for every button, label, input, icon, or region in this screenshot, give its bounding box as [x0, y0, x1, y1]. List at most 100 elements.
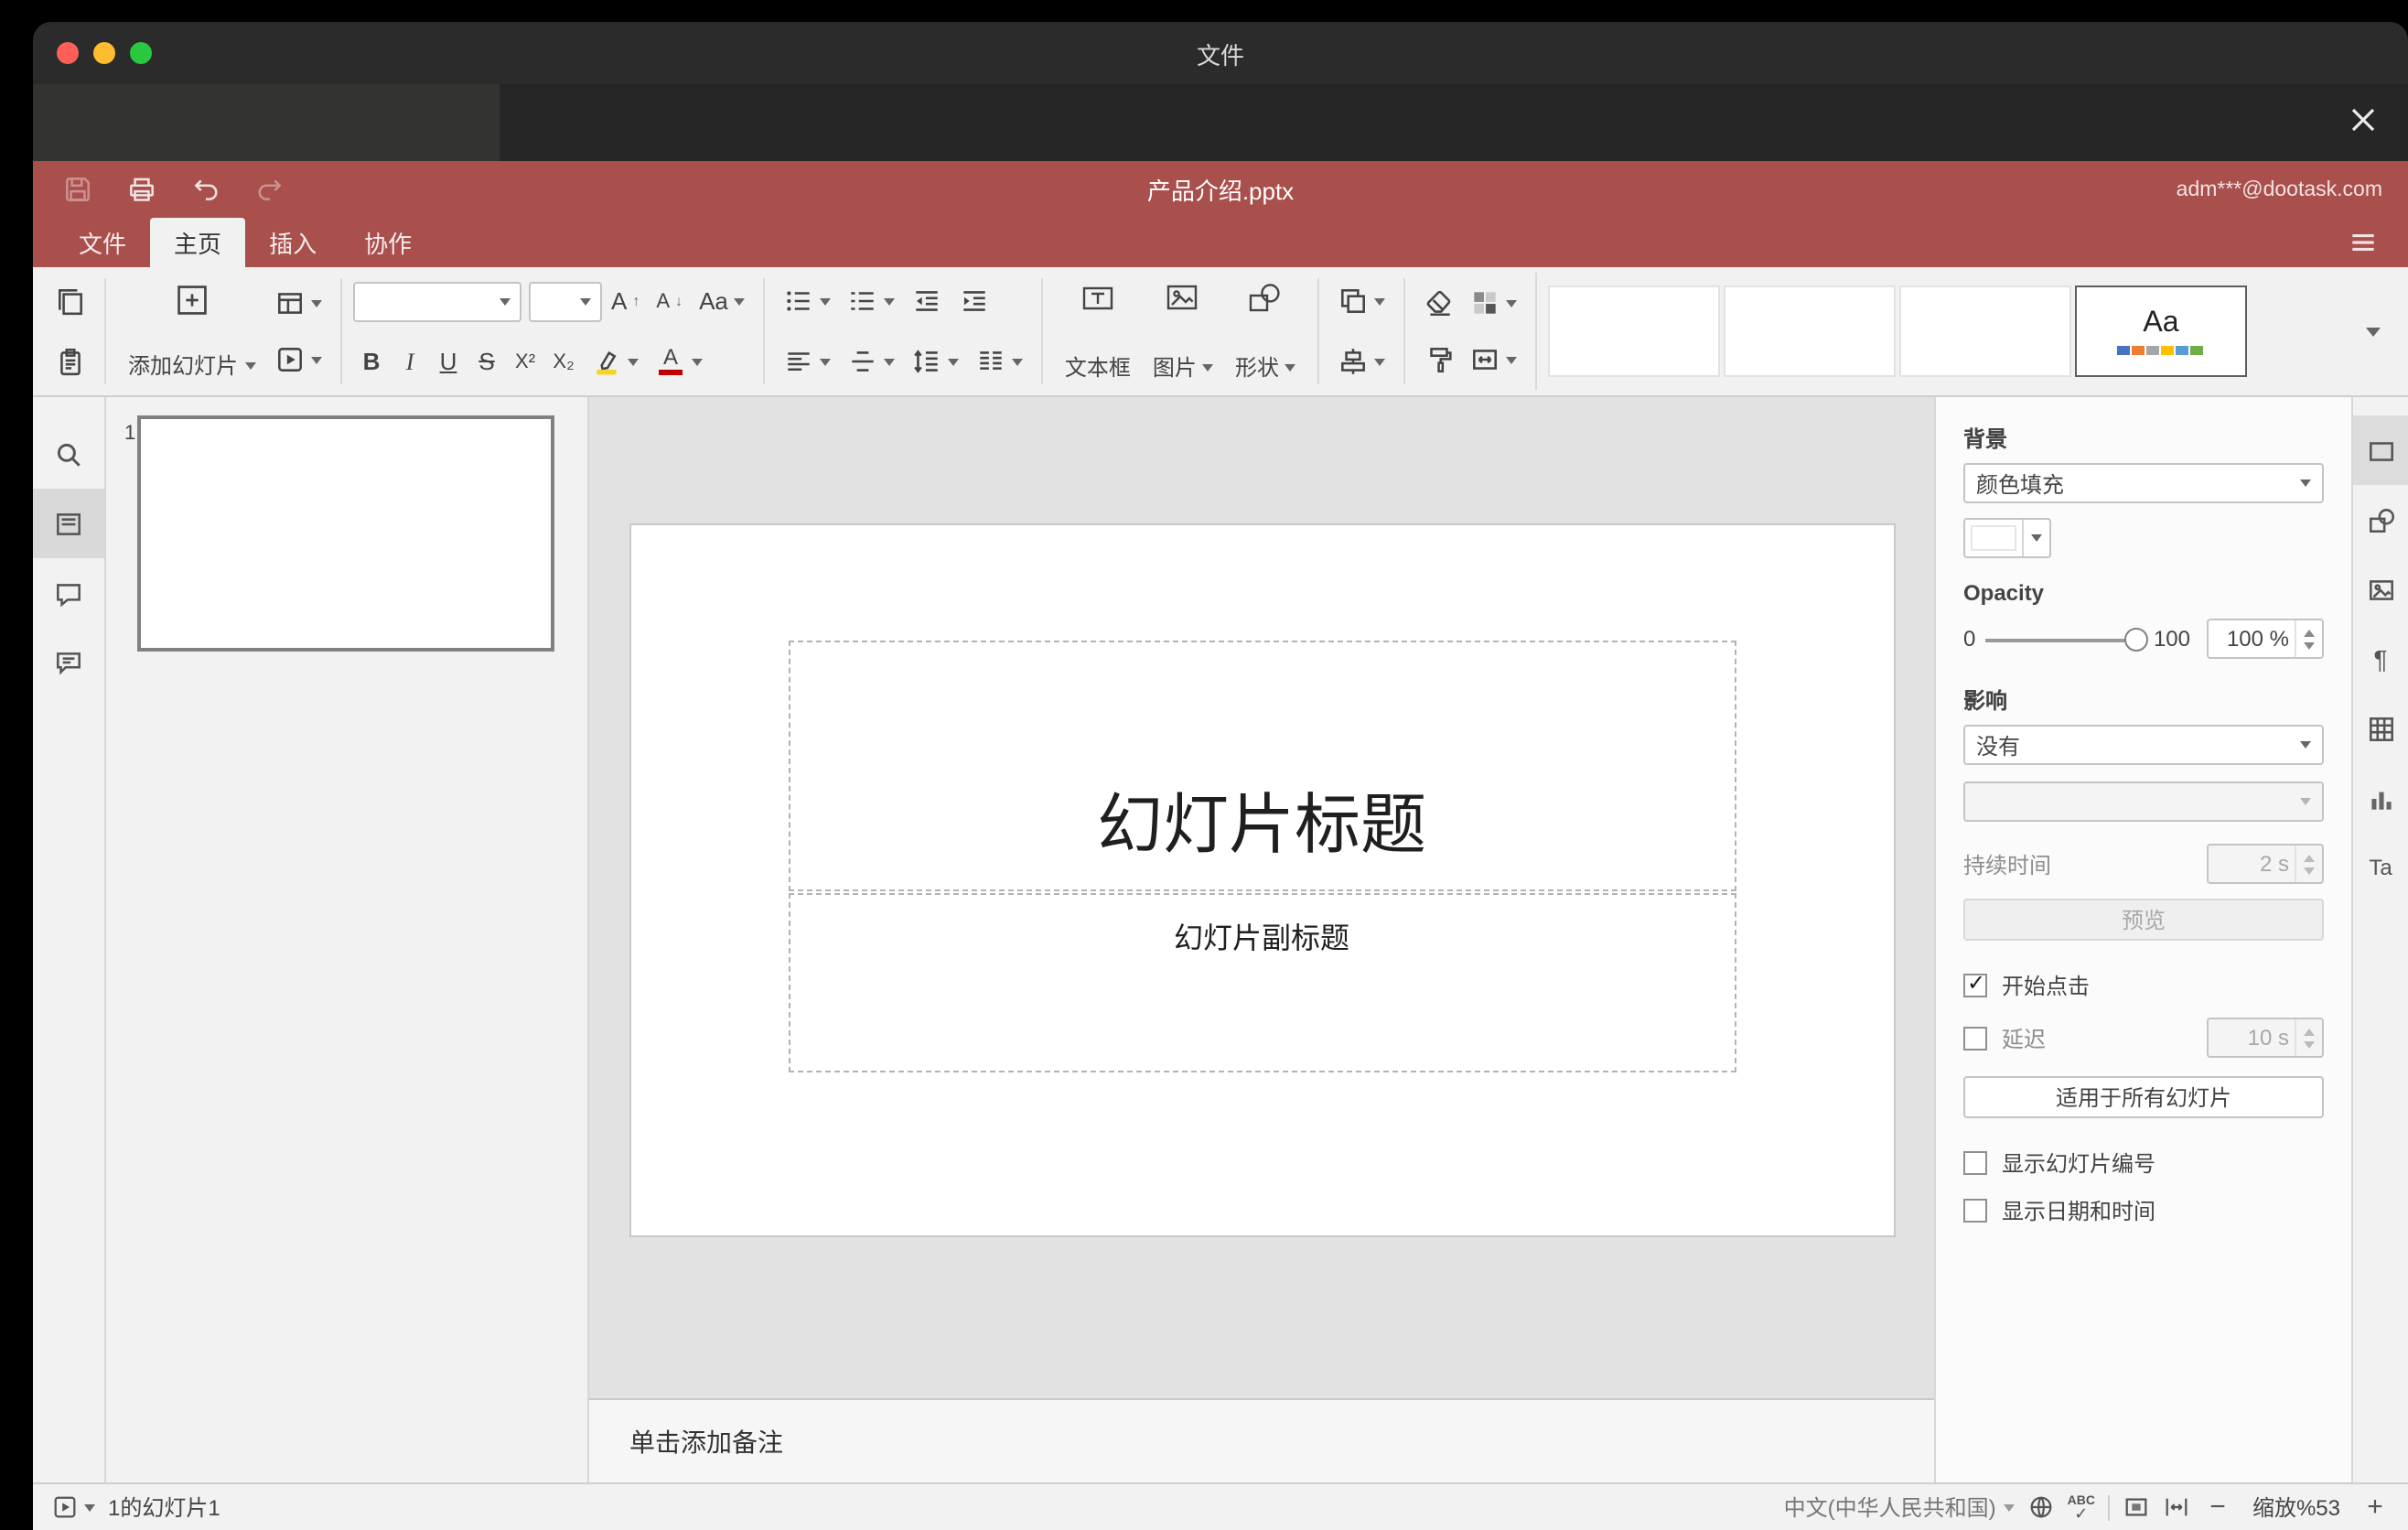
tab-home[interactable]: 主页 — [150, 218, 246, 267]
fill-type-select[interactable]: 颜色填充 — [1963, 463, 2324, 503]
decrease-indent-button[interactable] — [904, 276, 950, 326]
line-spacing-button[interactable] — [904, 337, 966, 386]
insert-textbox-button[interactable]: 文本框 — [1054, 276, 1142, 386]
bold-button[interactable]: B — [353, 338, 390, 385]
paragraph-settings-icon: ¶ — [2373, 644, 2388, 673]
preview-slideshow-button[interactable] — [267, 335, 329, 384]
tab-collaboration[interactable]: 协作 — [340, 218, 435, 267]
spinner-arrows[interactable] — [2295, 846, 2322, 882]
zoom-in-button[interactable]: + — [2360, 1492, 2390, 1523]
superscript-button[interactable]: X² — [507, 338, 543, 385]
search-button[interactable] — [33, 419, 104, 489]
slide-thumbnail[interactable] — [137, 415, 554, 652]
clear-style-button[interactable] — [1416, 278, 1462, 328]
fit-slide-button[interactable] — [2123, 1493, 2150, 1521]
spinner-arrows[interactable] — [2295, 620, 2322, 657]
slide-canvas[interactable]: 幻灯片标题 幻灯片副标题 — [589, 397, 1934, 1398]
set-language-button[interactable] — [2027, 1493, 2055, 1521]
duration-spinner[interactable]: 2 s — [2207, 844, 2324, 884]
textart-settings-button[interactable]: Ta — [2353, 833, 2408, 902]
tab-insert[interactable]: 插入 — [245, 218, 340, 267]
insert-image-button[interactable]: 图片 — [1142, 276, 1224, 386]
slides-panel-button[interactable] — [33, 489, 104, 558]
font-name-select[interactable] — [353, 281, 522, 321]
decrease-font-button[interactable]: A ↓ — [649, 276, 690, 326]
feedback-button[interactable] — [33, 628, 104, 697]
close-traffic-button[interactable] — [57, 42, 79, 64]
chevron-down-icon — [628, 358, 640, 365]
comments-button[interactable] — [33, 558, 104, 628]
apply-to-all-button[interactable]: 适用于所有幻灯片 — [1963, 1076, 2324, 1118]
bullet-list-button[interactable] — [776, 276, 838, 326]
paragraph-settings-button[interactable]: ¶ — [2353, 624, 2408, 694]
delay-spinner[interactable]: 10 s — [2207, 1018, 2324, 1058]
shape-settings-button[interactable] — [2353, 485, 2408, 555]
horizontal-align-button[interactable] — [776, 337, 838, 386]
chart-settings-button[interactable] — [2353, 763, 2408, 833]
maximize-traffic-button[interactable] — [130, 42, 152, 64]
redo-icon[interactable] — [251, 171, 287, 208]
theme-option-2[interactable] — [1723, 286, 1896, 377]
minimize-traffic-button[interactable] — [93, 42, 115, 64]
font-color-button[interactable]: A — [648, 337, 710, 386]
menu-icon[interactable] — [2340, 218, 2386, 267]
arrange-shapes-button[interactable] — [1330, 276, 1392, 326]
underline-button[interactable]: U — [430, 338, 467, 385]
save-icon[interactable] — [59, 171, 95, 208]
paste-button[interactable] — [48, 337, 93, 386]
opacity-slider[interactable] — [1984, 627, 2148, 651]
spellcheck-button[interactable]: ABC ✓ — [2068, 1494, 2095, 1521]
slide-size-button[interactable] — [1462, 335, 1524, 384]
image-settings-button[interactable] — [2353, 555, 2408, 624]
color-scheme-button[interactable] — [1462, 278, 1524, 328]
copy-icon — [59, 289, 82, 316]
table-settings-button[interactable] — [2353, 694, 2408, 763]
start-slideshow-statusbar-button[interactable] — [51, 1493, 95, 1521]
tab-file[interactable]: 文件 — [55, 218, 150, 267]
increase-font-button[interactable]: A ↑ — [604, 276, 647, 326]
font-size-select[interactable] — [529, 281, 603, 321]
start-on-click-checkbox[interactable] — [1963, 970, 1987, 997]
close-icon[interactable] — [2338, 95, 2386, 143]
show-date-time-checkbox[interactable] — [1963, 1199, 1987, 1223]
add-slide-button[interactable]: 添加幻灯片 — [117, 276, 267, 386]
copy-style-button[interactable] — [1416, 335, 1462, 384]
language-select[interactable]: 中文(中华人民共和国) — [1784, 1492, 2015, 1523]
title-placeholder[interactable]: 幻灯片标题 — [788, 641, 1736, 891]
spinner-arrows[interactable] — [2295, 1019, 2322, 1056]
notes-area[interactable]: 单击添加备注 — [589, 1398, 1934, 1482]
preview-button[interactable]: 预览 — [1963, 899, 2324, 941]
slide-settings-button[interactable] — [2353, 415, 2408, 485]
opacity-spinner[interactable]: 100 % — [2207, 619, 2324, 659]
subtitle-placeholder[interactable]: 幻灯片副标题 — [788, 893, 1736, 1072]
theme-option-selected[interactable]: Aa — [2074, 286, 2247, 377]
insert-shape-button[interactable]: 形状 — [1224, 276, 1306, 386]
italic-button[interactable]: I — [392, 338, 428, 385]
slider-knob[interactable] — [2123, 627, 2148, 651]
increase-indent-button[interactable] — [951, 276, 997, 326]
slide-layout-button[interactable] — [267, 278, 329, 328]
change-case-button[interactable]: Aa — [692, 276, 752, 326]
delay-checkbox[interactable] — [1963, 1026, 1987, 1050]
undo-icon[interactable] — [187, 171, 223, 208]
columns-button[interactable] — [968, 337, 1030, 386]
copy-button[interactable] — [48, 276, 93, 326]
theme-option-1[interactable] — [1547, 286, 1720, 377]
subscript-button[interactable]: X₂ — [545, 338, 582, 385]
zoom-out-button[interactable]: − — [2203, 1492, 2232, 1523]
highlight-color-button[interactable] — [584, 337, 646, 386]
fill-color-select[interactable] — [1963, 518, 2051, 558]
print-icon[interactable] — [123, 171, 159, 208]
align-shapes-button[interactable] — [1330, 337, 1392, 386]
vertical-align-button[interactable] — [840, 337, 902, 386]
effect-select[interactable]: 没有 — [1963, 725, 2324, 765]
effect-option-select[interactable] — [1963, 781, 2324, 822]
numbered-list-button[interactable] — [840, 276, 902, 326]
strikethrough-button[interactable]: S — [468, 338, 505, 385]
show-slide-number-checkbox[interactable] — [1963, 1151, 1987, 1175]
columns-icon — [980, 351, 1002, 370]
theme-gallery-expand-button[interactable] — [2349, 273, 2397, 390]
theme-option-3[interactable] — [1898, 286, 2071, 377]
slide[interactable]: 幻灯片标题 幻灯片副标题 — [630, 525, 1893, 1235]
fit-width-button[interactable] — [2163, 1493, 2190, 1521]
